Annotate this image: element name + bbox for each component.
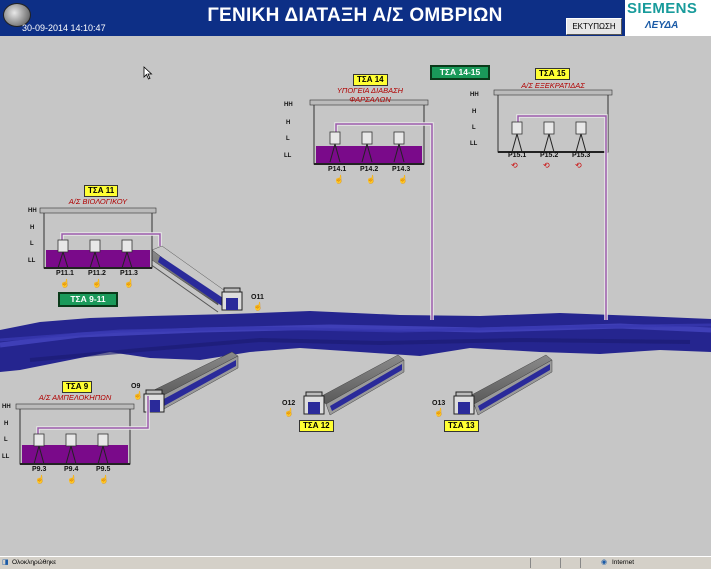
hand-icon[interactable]: ☝ (398, 175, 408, 184)
level-h-s9: H (4, 421, 9, 427)
level-h-s15: H (472, 109, 477, 115)
page-title: ΓΕΝΙΚΗ ΔΙΑΤΑΞΗ Α/Σ ΟΜΒΡΙΩΝ (207, 5, 503, 26)
hand-icon[interactable]: ☝ (67, 475, 77, 484)
tag-tsa12[interactable]: ΤΣΑ 12 (299, 420, 334, 432)
level-l-s11: L (30, 241, 34, 247)
outlet-o12-gate (303, 391, 325, 415)
pump-label: P14.3 (392, 166, 411, 173)
station14-title: ΥΠΟΓΕΙΑ ΔΙΑΒΑΣΗ ΦΑΡΣΑΛΩΝ (336, 86, 404, 104)
pump-label: P15.3 (572, 152, 591, 159)
remote-control-icon[interactable]: ⟲ (543, 161, 550, 170)
tag-tsa14[interactable]: ΤΣΑ 14 (353, 74, 388, 86)
station9-title: Α/Σ ΑΜΠΕΛΟΚΗΠΩΝ (38, 393, 112, 402)
process-diagram: ΤΣΑ 14 ΥΠΟΓΕΙΑ ΔΙΑΒΑΣΗ ΦΑΡΣΑΛΩΝ HH H L L… (0, 36, 711, 556)
remote-control-icon[interactable]: ⟲ (575, 161, 582, 170)
status-divider (530, 558, 531, 568)
hand-icon[interactable]: ☝ (334, 175, 344, 184)
tsa9-11-button[interactable]: ΤΣΑ 9-11 (58, 292, 118, 307)
internet-zone-icon: ◉ (601, 559, 608, 566)
outlet-o13-gate (453, 391, 475, 415)
level-h-s14: H (286, 120, 291, 126)
header-bar: ΓΕΝΙΚΗ ΔΙΑΤΑΞΗ Α/Σ ΟΜΒΡΙΩΝ 30-09-2014 14… (0, 0, 711, 36)
tag-tsa9[interactable]: ΤΣΑ 9 (62, 381, 93, 393)
station15-title: Α/Σ ΕΞΕΚΡΑΤΙΔΑΣ (521, 81, 585, 90)
level-ll-s11: LL (28, 258, 36, 264)
tag-tsa11[interactable]: ΤΣΑ 11 (84, 185, 119, 197)
level-hh-s11: HH (28, 208, 37, 214)
hand-icon[interactable]: ☝ (92, 279, 102, 288)
level-l-s14: L (286, 136, 290, 142)
hand-icon[interactable]: ☝ (253, 302, 263, 311)
pump-label: P11.1 (56, 270, 74, 277)
level-hh-s15: HH (470, 92, 479, 98)
status-divider (560, 558, 561, 568)
hand-icon[interactable]: ☝ (124, 279, 134, 288)
pump-label: P11.2 (88, 270, 106, 277)
pump-label: P9.5 (96, 466, 111, 473)
level-ll-s14: LL (284, 153, 292, 159)
outlet-o12-label: O12 (282, 400, 296, 407)
page-icon: ◨ (2, 559, 9, 566)
level-hh-s9: HH (2, 404, 11, 410)
print-button[interactable]: ΕΚΤΥΠΩΣΗ (566, 18, 622, 35)
level-hh-s14: HH (284, 102, 293, 108)
level-l-s15: L (472, 125, 476, 131)
pump-label: P15.1 (508, 152, 527, 159)
level-ll-s15: LL (470, 141, 478, 147)
tank-s11 (39, 207, 157, 269)
mouse-cursor-icon (143, 66, 153, 80)
pump-label: P14.1 (328, 166, 347, 173)
pump-label: P14.2 (360, 166, 379, 173)
tag-tsa15[interactable]: ΤΣΑ 15 (535, 68, 570, 80)
hand-icon[interactable]: ☝ (99, 475, 109, 484)
tank-s15 (493, 89, 613, 153)
browser-status-bar: ◨ Ολοκληρώθηκε ◉ Internet (0, 556, 711, 569)
pump-label: P9.3 (32, 466, 47, 473)
zone-text: Internet (612, 559, 635, 566)
hand-icon[interactable]: ☝ (366, 175, 376, 184)
tag-tsa13[interactable]: ΤΣΑ 13 (444, 420, 479, 432)
outlet-o11-gate (221, 287, 243, 311)
level-l-s9: L (4, 437, 8, 443)
level-ll-s9: LL (2, 454, 10, 460)
leuda-logo: ΛΕΥΔΑ (645, 20, 679, 31)
pump-label: P15.2 (540, 152, 559, 159)
pump-label: P9.4 (64, 466, 79, 473)
station11-title: Α/Σ ΒΙΟΛΟΓΙΚΟΥ (68, 197, 128, 206)
siemens-logo: SIEMENS (627, 0, 698, 17)
hand-icon[interactable]: ☝ (284, 408, 294, 417)
hand-icon[interactable]: ☝ (60, 279, 70, 288)
hand-icon[interactable]: ☝ (35, 475, 45, 484)
status-text: Ολοκληρώθηκε (12, 559, 57, 566)
brand-logo: SIEMENS ΛΕΥΔΑ (625, 0, 711, 36)
datetime-readout: 30-09-2014 14:10:47 (22, 23, 106, 33)
level-h-s11: H (30, 225, 35, 231)
hand-icon[interactable]: ☝ (434, 408, 444, 417)
outlet-o11-label: O11 (251, 294, 264, 301)
hand-icon[interactable]: ☝ (133, 391, 143, 400)
outlet-o13-label: O13 (432, 400, 446, 407)
outlet-o9-label: O9 (131, 383, 141, 390)
tsa14-15-button[interactable]: ΤΣΑ 14-15 (430, 65, 490, 80)
remote-control-icon[interactable]: ⟲ (511, 161, 518, 170)
pump-label: P11.3 (120, 270, 138, 277)
status-divider (580, 558, 581, 568)
